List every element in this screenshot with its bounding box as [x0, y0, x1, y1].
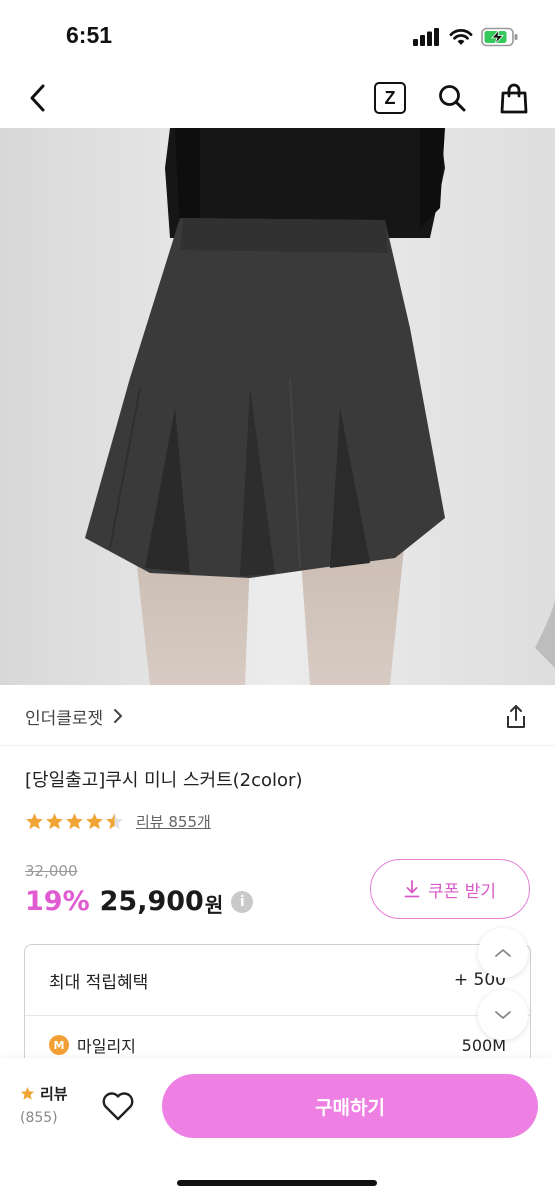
benefit-box: 최대 적립혜택 + 500 M 마일리지 500M	[24, 944, 531, 1074]
benefit-title: 최대 적립혜택	[49, 972, 149, 993]
star-icon	[20, 1086, 35, 1100]
star-icon	[66, 813, 83, 830]
rating-stars	[25, 812, 124, 831]
divider	[0, 745, 555, 746]
status-time: 6:51	[66, 22, 113, 48]
discount-rate: 19%	[25, 886, 90, 917]
search-icon	[439, 85, 466, 112]
shopping-bag-icon	[500, 83, 528, 114]
zigzag-button[interactable]: Z	[370, 78, 410, 118]
zigzag-z-icon: Z	[374, 82, 406, 114]
star-icon	[86, 813, 103, 830]
product-image[interactable]	[0, 128, 555, 685]
review-count-link[interactable]: 리뷰 855개	[136, 811, 211, 832]
star-icon	[106, 813, 123, 830]
cart-button[interactable]	[494, 78, 534, 118]
chevron-right-icon	[114, 709, 123, 723]
back-button[interactable]	[18, 78, 58, 118]
info-icon[interactable]: i	[231, 890, 254, 913]
brand-row[interactable]: 인더클로젯	[0, 690, 555, 742]
home-indicator	[177, 1180, 377, 1186]
review-label: 리뷰	[40, 1085, 68, 1103]
zigzag-z-letter: Z	[384, 87, 396, 108]
skirt-photo-illustration	[0, 128, 555, 685]
search-button[interactable]	[432, 78, 472, 118]
wishlist-button[interactable]	[101, 1090, 135, 1126]
sale-price: 25,900	[99, 886, 204, 917]
battery-charging-icon	[481, 27, 518, 47]
chevron-down-icon	[495, 1011, 511, 1019]
back-icon	[30, 84, 45, 112]
download-icon	[404, 880, 420, 898]
review-count: (855)	[20, 1110, 58, 1126]
share-icon	[507, 705, 525, 728]
currency-unit: 원	[204, 893, 224, 917]
benefit-header[interactable]: 최대 적립혜택 + 500	[25, 945, 530, 1015]
coupon-button[interactable]: 쿠폰 받기	[370, 859, 530, 919]
buy-button[interactable]: 구매하기	[162, 1074, 538, 1138]
mileage-icon: M	[49, 1035, 69, 1055]
coupon-label: 쿠폰 받기	[428, 881, 496, 902]
chevron-up-icon	[495, 949, 511, 957]
signal-icon	[413, 28, 439, 46]
mileage-label: 마일리지	[77, 1037, 136, 1056]
star-icon	[46, 813, 63, 830]
heart-icon	[102, 1092, 134, 1121]
brand-name[interactable]: 인더클로젯	[25, 704, 103, 729]
rating-row: 리뷰 855개	[25, 811, 211, 832]
benefit-divider	[25, 1015, 530, 1016]
status-icons	[413, 24, 519, 50]
product-title: [당일출고]쿠시 미니 스커트(2color)	[25, 770, 303, 791]
original-price: 32,000	[25, 862, 78, 880]
share-button[interactable]	[500, 700, 532, 732]
star-icon	[26, 813, 43, 830]
wifi-icon	[449, 29, 473, 45]
price-row: 19% 25,900 원 i	[25, 885, 254, 918]
scroll-down-button[interactable]	[478, 990, 528, 1040]
scroll-up-button[interactable]	[478, 928, 528, 978]
review-summary[interactable]: 리뷰 (855)	[20, 1083, 68, 1126]
